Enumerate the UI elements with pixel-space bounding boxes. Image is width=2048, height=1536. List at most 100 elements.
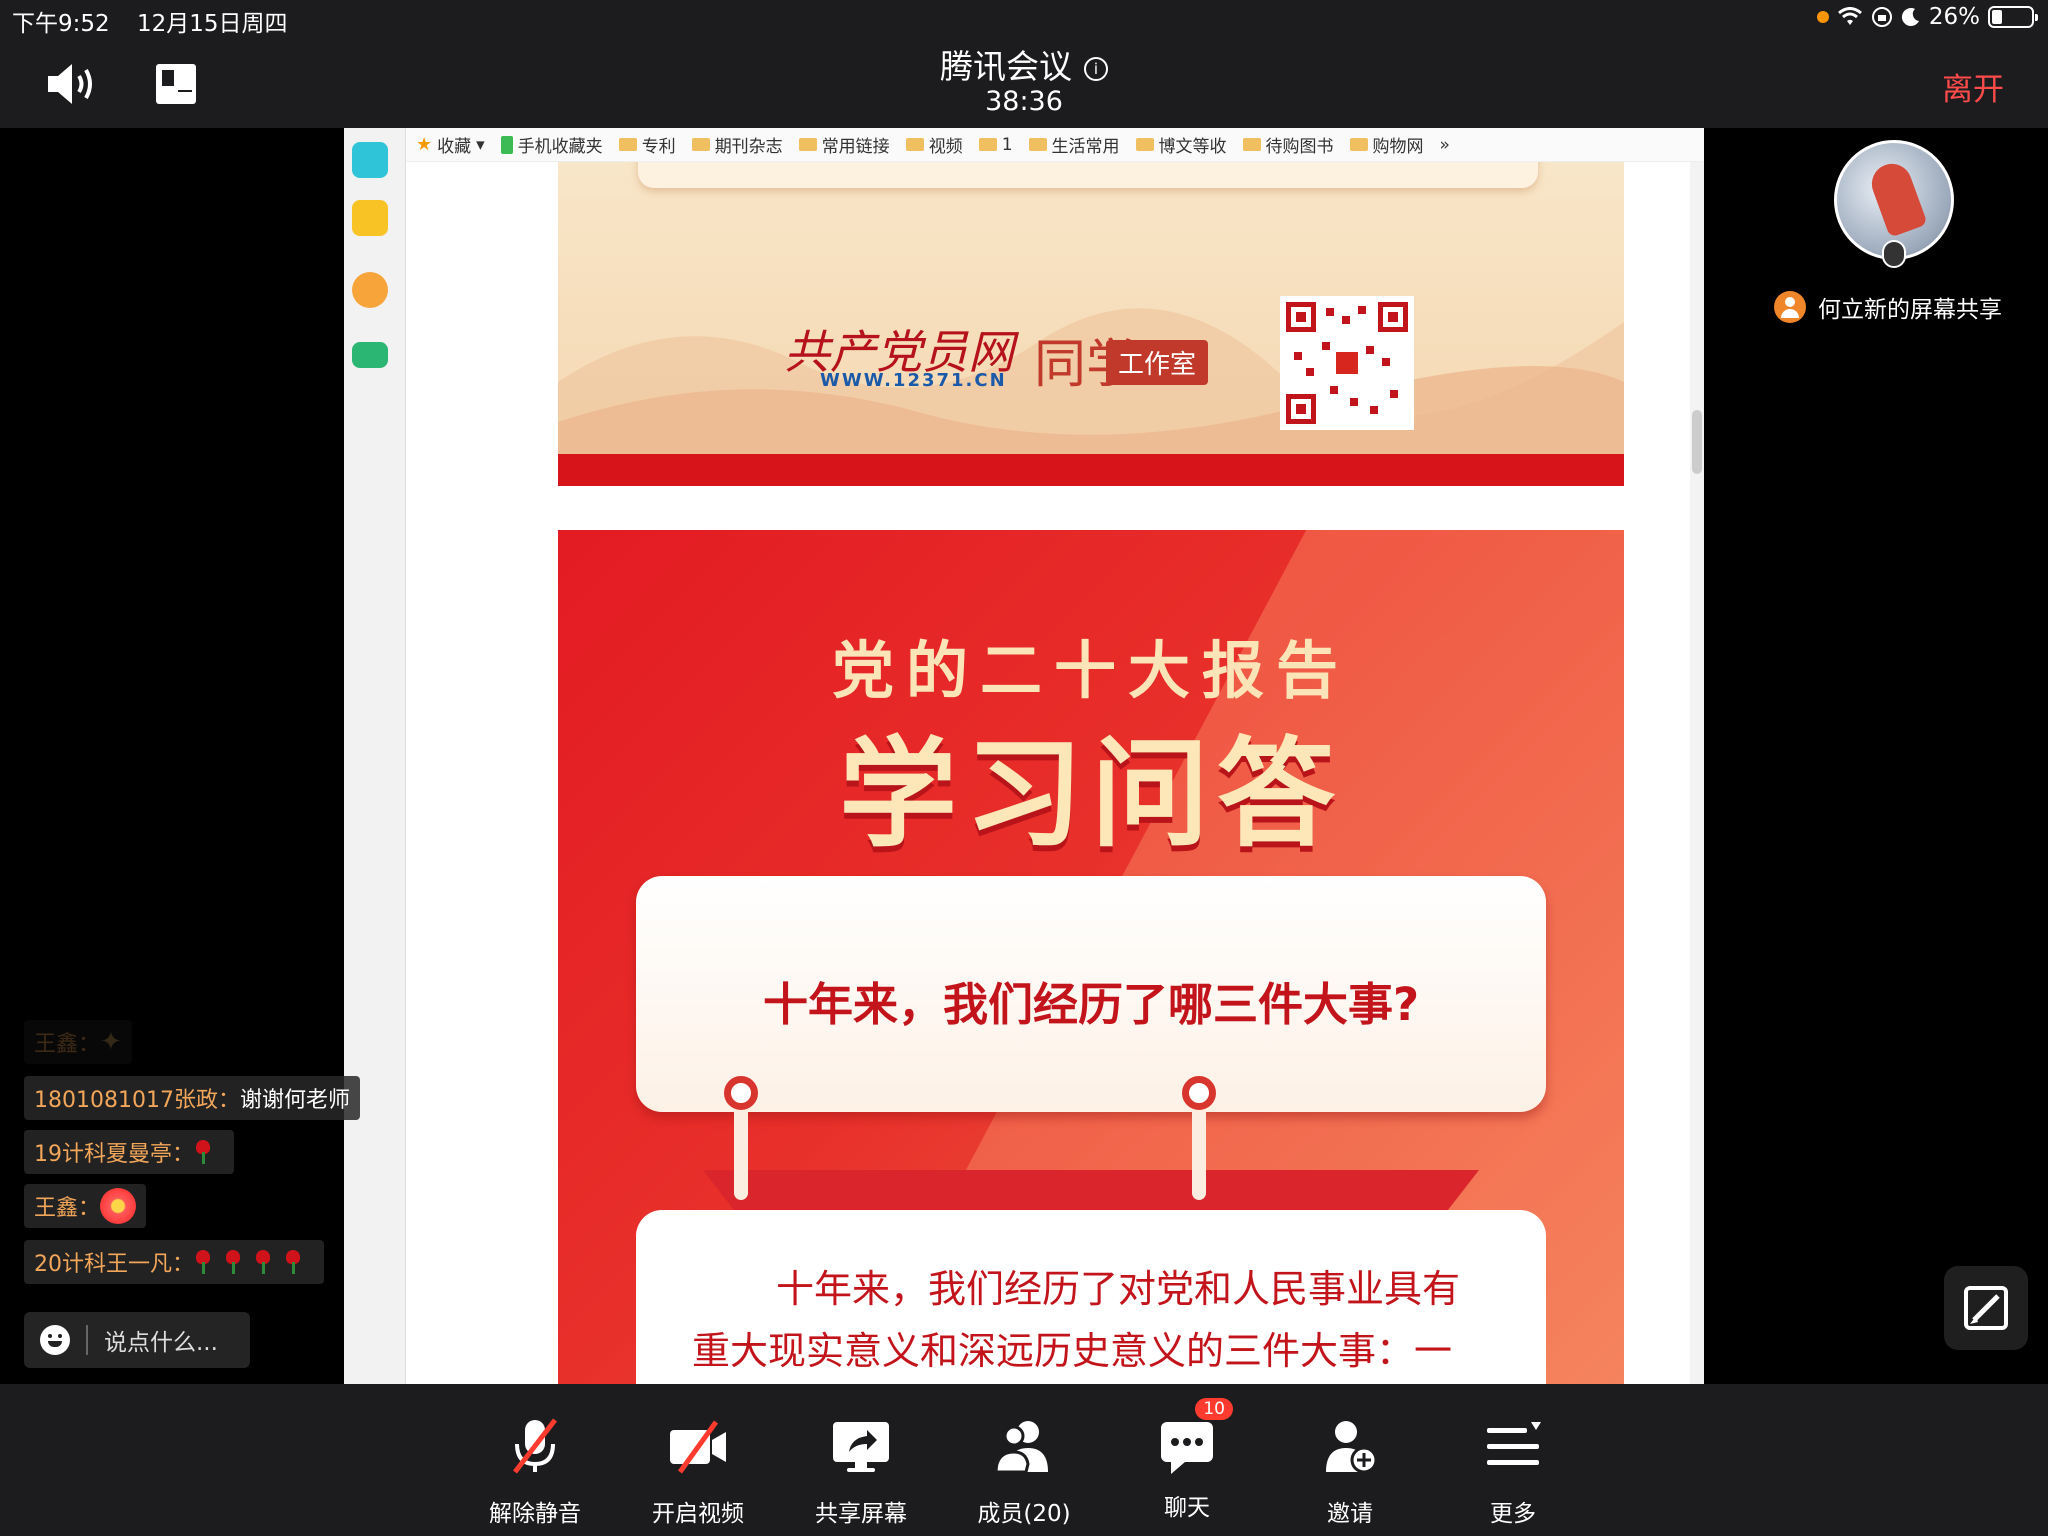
bookmark-item: 期刊杂志	[691, 132, 783, 157]
more-menu-icon	[1487, 1422, 1541, 1465]
shared-screen: ★ 收藏 ▾ 手机收藏夹 专利 期刊杂志 常用链接 视频 1 生活常用 博文等收 …	[344, 128, 1704, 1384]
bookmark-item: 生活常用	[1028, 132, 1120, 157]
chat-input[interactable]: 说点什么...	[24, 1312, 250, 1368]
leave-button[interactable]: 离开	[1942, 64, 2004, 109]
question-card: 十年来，我们经历了哪三件大事?	[636, 876, 1546, 1112]
chat-message: 1801081017张政： 谢谢何老师	[24, 1076, 360, 1120]
favorites-star-icon	[352, 200, 388, 236]
avatar-figure	[1866, 158, 1928, 238]
folder-icon	[1242, 138, 1261, 151]
chat-icon-wrap: 10	[1155, 1398, 1233, 1478]
question-text: 十年来，我们经历了哪三件大事?	[762, 978, 1420, 1031]
more-label: 更多	[1490, 1501, 1536, 1527]
rose-icon	[224, 1250, 242, 1274]
mic-muted-icon	[513, 1418, 557, 1474]
meeting-duration: 38:36	[985, 86, 1063, 117]
plugin-icon	[352, 142, 388, 178]
start-video-label: 开启视频	[652, 1501, 744, 1527]
folder-icon	[1135, 138, 1154, 151]
rose-icon	[284, 1250, 302, 1274]
top-bar: 下午9:52 12月15日周四 26% 腾讯会议 i 38:36 离开	[0, 0, 2048, 128]
chat-sender: 王鑫：	[34, 1032, 101, 1057]
divider	[86, 1325, 88, 1355]
invite-label: 邀请	[1327, 1501, 1373, 1527]
chat-message: 王鑫： ✦	[24, 1020, 132, 1064]
bookmark-item: 视频	[905, 132, 963, 157]
weibo-icon	[352, 272, 388, 308]
bookmark-item: 手机收藏夹	[500, 132, 603, 157]
chat-label: 聊天	[1164, 1495, 1210, 1521]
bookmark-item: 博文等收	[1135, 132, 1227, 157]
bookmarks-bar: ★ 收藏 ▾ 手机收藏夹 专利 期刊杂志 常用链接 视频 1 生活常用 博文等收 …	[406, 128, 1704, 162]
browser-sidebar	[344, 128, 406, 1384]
more-button[interactable]: 更多	[1448, 1414, 1578, 1528]
bookmark-item: 专利	[618, 132, 676, 157]
star-icon: ★	[416, 134, 433, 155]
sharer-name: 何立新的屏幕共享	[1818, 297, 2002, 323]
share-screen-button[interactable]: 共享屏幕	[796, 1414, 926, 1528]
party-popper-icon: ✦	[100, 1027, 122, 1057]
rose-icon	[254, 1250, 272, 1274]
scrollbar-thumb[interactable]	[1692, 410, 1702, 474]
meeting-title-text: 腾讯会议	[940, 47, 1072, 86]
status-bar: 下午9:52 12月15日周四 26%	[0, 0, 2048, 38]
annotate-button[interactable]	[1944, 1266, 2028, 1350]
rose-icon	[194, 1140, 212, 1164]
moon-icon	[1901, 8, 1919, 27]
chat-message: 王鑫：	[24, 1184, 147, 1228]
bottom-toolbar: 解除静音 开启视频 共享屏幕 成员(20) 10 聊天 邀请 更多	[0, 1384, 2048, 1536]
mail-icon	[352, 342, 388, 368]
folder-icon	[1349, 138, 1368, 151]
person-icon	[1774, 291, 1806, 323]
red-bar	[558, 454, 1624, 486]
chat-input-placeholder: 说点什么...	[104, 1330, 218, 1356]
chat-unread-badge: 10	[1195, 1398, 1233, 1420]
hanger-ring-right	[1182, 1076, 1216, 1110]
status-right: 26%	[1816, 4, 2038, 30]
camera-off-icon	[670, 1420, 726, 1474]
status-date: 12月15日周四	[136, 11, 288, 37]
answer-line-2: 重大现实意义和深远历史意义的三件大事：一	[692, 1329, 1453, 1373]
bookmark-favorites: ★ 收藏 ▾	[416, 134, 485, 157]
poster-subtitle: 党的二十大报告	[831, 634, 1350, 707]
answer-line-1: 十年来，我们经历了对党和人民事业具有	[776, 1267, 1461, 1311]
share-screen-label: 共享屏幕	[815, 1501, 907, 1527]
start-video-button[interactable]: 开启视频	[633, 1414, 763, 1528]
chat-message: 20计科王一凡：	[24, 1240, 324, 1284]
invite-button[interactable]: 邀请	[1285, 1414, 1415, 1528]
folder-icon	[618, 138, 637, 151]
mic-icon	[1882, 240, 1906, 268]
status-time: 下午9:52	[12, 11, 110, 37]
chat-sender: 19计科夏曼亭：	[34, 1142, 194, 1167]
wifi-icon	[1837, 7, 1862, 25]
bookmark-item: 常用链接	[798, 132, 890, 157]
share-screen-icon	[833, 1422, 889, 1472]
poster-title: 学习问答	[838, 725, 1343, 863]
chat-message: 19计科夏曼亭：	[24, 1130, 234, 1174]
chat-text: 谢谢何老师	[239, 1088, 350, 1113]
chat-sender: 1801081017张政：	[34, 1088, 240, 1113]
poster-main: 党的二十大报告 学习问答 十年来，我们经历了哪三件大事? 十年来，我们经历了对党…	[558, 530, 1624, 1384]
bookmark-item: 购物网	[1349, 132, 1424, 157]
unmute-button[interactable]: 解除静音	[470, 1414, 600, 1528]
emoji-icon[interactable]	[40, 1325, 70, 1355]
members-label: 成员(20)	[977, 1501, 1071, 1527]
card-edge	[638, 162, 1538, 188]
status-left: 下午9:52 12月15日周四	[12, 4, 308, 38]
battery-percent: 26%	[1928, 4, 1980, 30]
info-icon[interactable]: i	[1084, 56, 1108, 81]
members-icon	[994, 1421, 1048, 1474]
flower-icon	[100, 1188, 137, 1224]
studio-label: 工作室	[1106, 340, 1209, 385]
orientation-lock-icon	[1871, 7, 1892, 27]
chat-button[interactable]: 10 聊天	[1122, 1398, 1252, 1522]
qr-code	[1280, 296, 1414, 430]
rose-icon	[194, 1250, 212, 1274]
hanger-ring-left	[724, 1076, 758, 1110]
battery-icon	[1988, 6, 2038, 28]
poster-footer: 共产党员网 WWW.12371.CN 同学 工作室	[558, 162, 1624, 486]
members-button[interactable]: 成员(20)	[959, 1414, 1089, 1528]
meeting-title[interactable]: 腾讯会议 i	[0, 40, 2048, 88]
scrollbar[interactable]	[1690, 162, 1704, 1384]
bookmarks-overflow: »	[1439, 134, 1450, 155]
